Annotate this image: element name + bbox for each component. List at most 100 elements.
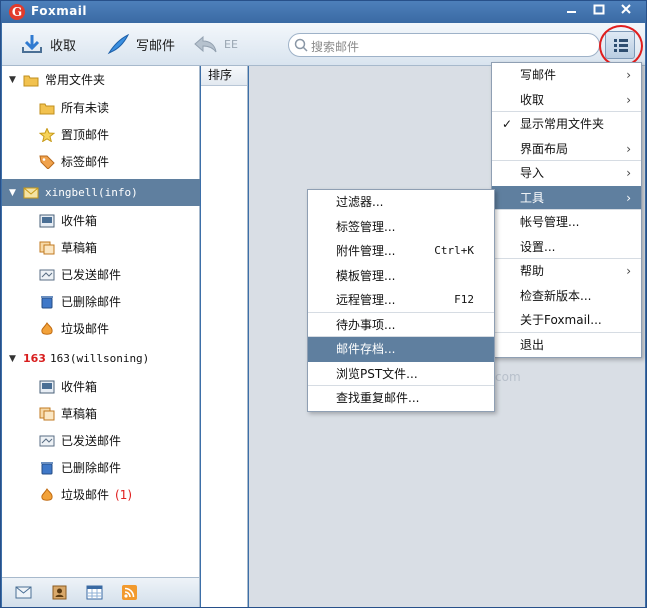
sidebar-item-deleted[interactable]: 已删除邮件 [2,454,200,481]
menu-item-about[interactable]: 关于Foxmail... [492,308,641,333]
minimize-icon [567,11,576,13]
reply-button[interactable]: EE [192,31,238,57]
toolbar: 收取 写邮件 EE 搜索邮件 [2,23,645,67]
receive-button[interactable]: 收取 [20,31,76,57]
sidebar-item-label: 已删除邮件 [61,461,122,475]
trash-icon [39,461,55,475]
favorites-group[interactable]: ▼ 常用文件夹 [2,66,200,93]
sidebar-item-inbox[interactable]: 收件箱 [2,373,200,400]
sidebar-item-tagged[interactable]: 标签邮件 [2,148,200,175]
folder-sidebar: ▼ 常用文件夹 所有未读 置顶邮件 标签邮件 ▼ xingbell(info) … [2,66,200,577]
close-button[interactable] [617,3,635,19]
foxmail-logo-icon: G [9,4,25,20]
maximize-icon [593,4,605,15]
sidebar-item-spam[interactable]: 垃圾邮件 (1) [2,481,200,508]
unread-count-badge: (1) [115,487,133,502]
menu-item-layout[interactable]: 界面布局 › [492,137,641,161]
drafts-icon [39,407,55,421]
menu-item-label: 查找重复邮件... [336,391,420,405]
sidebar-item-sent[interactable]: 已发送邮件 [2,427,200,454]
title-bar: G Foxmail [1,1,646,23]
account-label: 163(willsoning) [49,352,150,365]
compose-label: 写邮件 [136,38,176,54]
menu-item-label: 浏览PST文件... [336,366,418,381]
sort-column-header[interactable]: 排序 [201,66,247,86]
menu-item-check-update[interactable]: 检查新版本... [492,284,641,309]
watermark-text: com [495,370,521,384]
menu-item-attachment-manager[interactable]: 附件管理... Ctrl+K [308,239,494,264]
main-dropdown-menu: 写邮件 › 收取 › ✓ 显示常用文件夹 界面布局 › 导入 › 工具 › 帐号… [491,62,642,358]
menu-item-remote-manager[interactable]: 远程管理... F12 [308,288,494,313]
menu-item-label: 待办事项... [336,317,396,332]
sidebar-item-inbox[interactable]: 收件箱 [2,207,200,234]
submenu-arrow-icon: › [626,141,631,156]
sidebar-item-label: 已发送邮件 [61,268,122,282]
sidebar-item-all-unread[interactable]: 所有未读 [2,94,200,121]
menu-item-tools[interactable]: 工具 › [492,185,641,210]
sidebar-item-label: 标签邮件 [61,155,110,169]
menu-item-archive[interactable]: 邮件存档... [308,337,494,362]
menu-item-label: 远程管理... [336,293,396,307]
reply-arrow-icon [194,35,217,53]
mail-account-icon [23,186,39,200]
submenu-arrow-icon: › [626,92,631,107]
sidebar-item-label: 所有未读 [61,101,110,115]
sidebar-item-deleted[interactable]: 已删除邮件 [2,288,200,315]
mail-module-icon[interactable] [15,585,32,600]
sidebar-item-label: 草稿箱 [61,407,98,421]
sidebar-item-label: 垃圾邮件 [61,322,110,336]
tag-icon [39,155,55,170]
search-input[interactable]: 搜索邮件 [288,33,600,57]
menu-item-receive[interactable]: 收取 › [492,88,641,112]
menu-item-label: 标签管理... [336,219,396,234]
sidebar-item-label: 置顶邮件 [61,128,110,142]
folder-icon [39,101,55,115]
close-icon [621,4,631,14]
menu-item-browse-pst[interactable]: 浏览PST文件... [308,362,494,386]
sidebar-item-label: 收件箱 [61,214,98,228]
menu-item-import[interactable]: 导入 › [492,161,641,186]
compose-button[interactable]: 写邮件 [106,31,175,57]
sidebar-item-pinned[interactable]: 置顶邮件 [2,121,200,148]
menu-item-template-manager[interactable]: 模板管理... [308,264,494,289]
menu-item-help[interactable]: 帮助 › [492,259,641,284]
sidebar-item-spam[interactable]: 垃圾邮件 [2,315,200,342]
minimize-button[interactable] [563,3,581,19]
sidebar-item-drafts[interactable]: 草稿箱 [2,400,200,427]
menu-item-filters[interactable]: 过滤器... [308,190,494,215]
menu-item-todo[interactable]: 待办事项... [308,313,494,337]
menu-item-tag-manager[interactable]: 标签管理... [308,215,494,240]
menu-item-compose[interactable]: 写邮件 › [492,63,641,88]
maximize-button[interactable] [590,3,608,19]
spam-icon [39,321,55,336]
sidebar-item-drafts[interactable]: 草稿箱 [2,234,200,261]
trash-icon [39,295,55,309]
menu-item-label: 界面布局 [520,141,569,156]
menu-item-accounts[interactable]: 帐号管理... [492,210,641,235]
app-title: Foxmail [31,4,88,18]
menu-item-find-duplicates[interactable]: 查找重复邮件... [308,386,494,411]
menu-item-settings[interactable]: 设置... [492,235,641,259]
folder-icon [23,73,39,87]
collapse-triangle-icon: ▼ [9,74,16,85]
module-switcher [2,577,200,607]
search-icon [294,38,308,52]
menu-shortcut: Ctrl+K [434,244,474,257]
menu-item-show-favorites[interactable]: ✓ 显示常用文件夹 [492,112,641,137]
inbox-icon [39,214,55,228]
star-icon [38,126,56,143]
spam-icon [39,487,55,502]
tools-submenu: 过滤器... 标签管理... 附件管理... Ctrl+K 模板管理... 远程… [307,189,495,412]
rss-module-icon[interactable] [121,585,138,600]
checkmark-icon: ✓ [502,117,513,131]
menu-item-label: 退出 [520,337,545,352]
sidebar-item-sent[interactable]: 已发送邮件 [2,261,200,288]
contacts-module-icon[interactable] [51,585,68,600]
menu-item-exit[interactable]: 退出 [492,333,641,358]
menu-item-label: 显示常用文件夹 [520,117,605,131]
calendar-module-icon[interactable] [86,585,103,600]
highlight-ring [599,25,643,67]
menu-item-label: 邮件存档... [336,342,396,356]
account-163[interactable]: ▼ 163 163(willsoning) [2,345,200,372]
account-xingbell[interactable]: ▼ xingbell(info) [2,179,200,206]
